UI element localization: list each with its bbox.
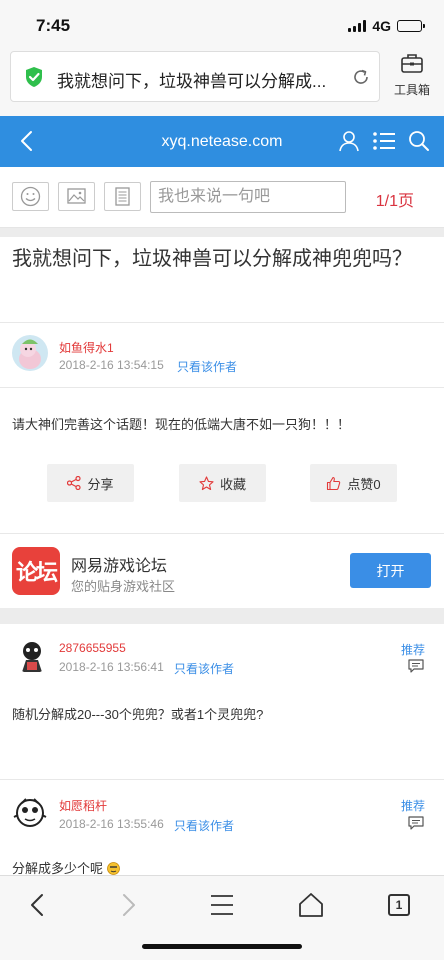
app-tagline: 您的贴身游戏社区 bbox=[71, 579, 176, 594]
image-icon bbox=[67, 188, 86, 204]
avatar[interactable] bbox=[12, 335, 48, 371]
only-author-link[interactable]: 只看该作者 bbox=[174, 660, 234, 677]
avatar-image bbox=[12, 795, 48, 831]
nav-forward-icon[interactable] bbox=[112, 892, 142, 918]
text-format-button[interactable] bbox=[104, 182, 141, 211]
image-button[interactable] bbox=[58, 182, 95, 211]
browser-bar: 我就想问下，垃圾神兽可以分解成... 工具箱 bbox=[0, 44, 444, 116]
thread-title: 我就想问下，垃圾神兽可以分解成神兜兜吗？ bbox=[12, 248, 412, 270]
toolbox-label: 工具箱 bbox=[393, 83, 430, 97]
post-time: 2018-2-16 13:56:41 bbox=[59, 660, 164, 674]
reply-toolbar: 我也来说一句吧 1/1页 bbox=[0, 167, 444, 228]
address-bar[interactable]: 我就想问下，垃圾神兽可以分解成... bbox=[10, 51, 380, 102]
site-header: xyq.netease.com bbox=[0, 116, 444, 167]
secure-shield-icon bbox=[26, 67, 42, 87]
like-label: 点赞0 bbox=[347, 476, 381, 492]
app-banner: 论坛 网易游戏论坛 您的贴身游戏社区 打开 bbox=[0, 534, 444, 608]
toolbox-button[interactable]: 工具箱 bbox=[392, 52, 432, 98]
share-button[interactable]: 分享 bbox=[47, 464, 134, 502]
user-icon[interactable] bbox=[338, 130, 360, 152]
page-indicator[interactable]: 1/1页 bbox=[376, 187, 414, 211]
only-author-link[interactable]: 只看该作者 bbox=[174, 817, 234, 834]
favorite-button[interactable]: 收藏 bbox=[179, 464, 266, 502]
divider bbox=[0, 387, 444, 388]
battery-icon bbox=[397, 20, 425, 32]
header-icons bbox=[338, 130, 430, 152]
avatar-image bbox=[12, 335, 48, 371]
home-indicator bbox=[142, 944, 302, 949]
thumbs-up-icon bbox=[327, 476, 341, 490]
toolbox-icon bbox=[401, 54, 423, 73]
post-body: 随机分解成20---30个兜兜？或者1个灵兜兜? bbox=[12, 707, 264, 722]
reload-icon[interactable] bbox=[351, 67, 371, 87]
nav-menu-icon[interactable] bbox=[207, 892, 237, 918]
author-name[interactable]: 如愿稻杆 bbox=[59, 797, 107, 814]
favorite-label: 收藏 bbox=[219, 476, 246, 492]
post-time: 2018-2-16 13:54:15 bbox=[59, 358, 164, 372]
app-logo: 论坛 bbox=[12, 547, 60, 595]
status-time: 7:45 bbox=[36, 16, 71, 35]
signal-icon bbox=[348, 20, 367, 32]
section-divider bbox=[0, 608, 444, 624]
section-divider bbox=[0, 228, 444, 237]
app-name: 网易游戏论坛 bbox=[71, 558, 168, 575]
share-label: 分享 bbox=[87, 476, 114, 492]
tab-count-button[interactable]: 1 bbox=[388, 894, 410, 916]
star-icon bbox=[199, 475, 214, 490]
post-body: 请大神们完善这个话题！现在的低端大唐不如一只狗！！！ bbox=[12, 417, 351, 432]
emoji-button[interactable] bbox=[12, 182, 49, 211]
like-button[interactable]: 点赞0 bbox=[310, 464, 397, 502]
document-icon bbox=[115, 187, 130, 206]
only-author-link[interactable]: 只看该作者 bbox=[177, 358, 237, 375]
divider bbox=[0, 779, 444, 780]
post-body-text: 分解成多少个呢 bbox=[12, 861, 104, 876]
menu-list-icon[interactable] bbox=[372, 130, 396, 152]
network-label: 4G bbox=[372, 18, 391, 34]
status-bar: 7:45 4G bbox=[0, 0, 444, 44]
open-app-button[interactable]: 打开 bbox=[350, 553, 431, 588]
page-title-in-address-bar: 我就想问下，垃圾神兽可以分解成... bbox=[57, 72, 327, 91]
author-name[interactable]: 2876655955 bbox=[59, 641, 126, 655]
reply-input[interactable]: 我也来说一句吧 bbox=[150, 181, 346, 213]
emoji-icon bbox=[106, 862, 120, 875]
smiley-icon bbox=[20, 186, 41, 207]
comment-icon[interactable] bbox=[408, 659, 424, 673]
comment-icon[interactable] bbox=[408, 816, 424, 830]
nav-back-icon[interactable] bbox=[24, 892, 54, 918]
share-icon bbox=[67, 476, 82, 490]
avatar[interactable] bbox=[12, 795, 48, 831]
post-time: 2018-2-16 13:55:46 bbox=[59, 817, 164, 831]
status-indicators: 4G bbox=[348, 18, 425, 34]
nav-home-icon[interactable] bbox=[296, 892, 326, 918]
search-icon[interactable] bbox=[408, 130, 430, 152]
recommend-link[interactable]: 推荐 bbox=[401, 797, 425, 814]
avatar-image bbox=[14, 638, 50, 674]
divider bbox=[0, 322, 444, 323]
avatar[interactable] bbox=[14, 638, 50, 674]
author-name[interactable]: 如鱼得水1 bbox=[59, 339, 114, 356]
recommend-link[interactable]: 推荐 bbox=[401, 641, 425, 658]
